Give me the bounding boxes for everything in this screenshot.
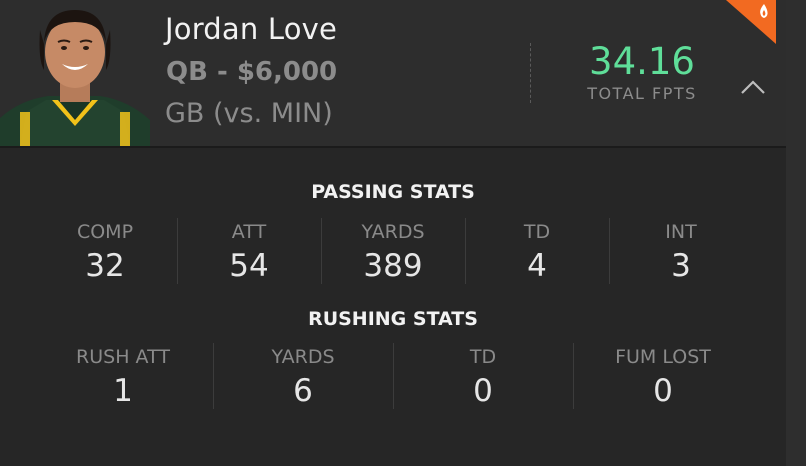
stat-rush-td: TD 0: [393, 343, 573, 411]
stat-td: TD 4: [465, 218, 609, 286]
player-name: Jordan Love: [165, 12, 338, 46]
stat-label: INT: [665, 221, 697, 243]
stat-label: YARDS: [361, 221, 425, 243]
stat-rush-att: RUSH ATT 1: [33, 343, 213, 411]
stat-fum-lost: FUM LOST 0: [573, 343, 753, 411]
stat-label: YARDS: [271, 346, 335, 368]
player-headshot: [0, 0, 150, 146]
stat-label: RUSH ATT: [76, 346, 170, 368]
position-salary: QB - $6,000: [166, 57, 338, 87]
passing-stats-title: PASSING STATS: [311, 181, 475, 203]
stat-value: 54: [229, 248, 269, 284]
stat-value: 6: [293, 373, 313, 409]
stat-value: 32: [85, 248, 125, 284]
team-matchup: GB (vs. MIN): [165, 98, 333, 129]
passing-stats-row: COMP 32 ATT 54 YARDS 389 TD 4 INT 3: [33, 218, 753, 286]
stat-label: COMP: [76, 221, 134, 243]
stat-label: TD: [469, 346, 497, 368]
rushing-stats-row: RUSH ATT 1 YARDS 6 TD 0 FUM LOST 0: [33, 343, 753, 411]
stat-label: TD: [523, 221, 551, 243]
stat-label: ATT: [231, 221, 267, 243]
chevron-up-icon: [741, 80, 765, 94]
right-gutter: [786, 0, 806, 466]
stat-value: 1: [113, 373, 133, 409]
stat-value: 4: [527, 248, 547, 284]
total-fpts-label: TOTAL FPTS: [587, 84, 697, 103]
header-divider: [530, 43, 531, 103]
player-stats-card: Jordan Love QB - $6,000 GB (vs. MIN) 34.…: [0, 0, 786, 466]
stat-value: 0: [473, 373, 493, 409]
total-fpts-value: 34.16: [589, 40, 695, 83]
stat-comp: COMP 32: [33, 218, 177, 286]
hot-badge: [726, 0, 776, 44]
stat-yards: YARDS 389: [321, 218, 465, 286]
collapse-button[interactable]: [736, 73, 770, 103]
rushing-stats-title: RUSHING STATS: [308, 308, 478, 330]
stat-value: 3: [671, 248, 691, 284]
stat-value: 389: [363, 248, 423, 284]
player-header: Jordan Love QB - $6,000 GB (vs. MIN) 34.…: [0, 0, 786, 148]
stat-rush-yards: YARDS 6: [213, 343, 393, 411]
stat-att: ATT 54: [177, 218, 321, 286]
stat-value: 0: [653, 373, 673, 409]
stat-label: FUM LOST: [615, 346, 711, 368]
stat-int: INT 3: [609, 218, 753, 286]
